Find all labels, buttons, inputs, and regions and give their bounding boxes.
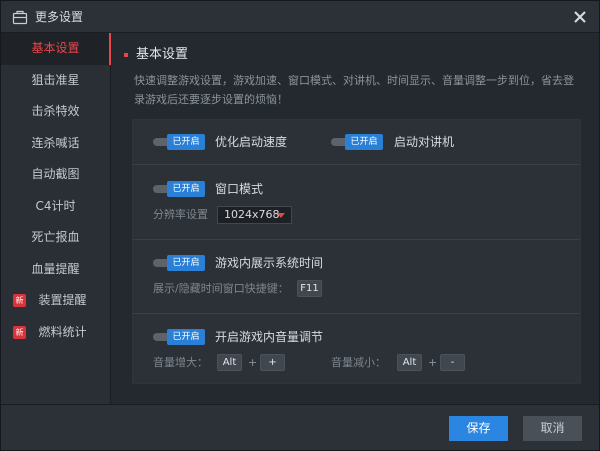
close-icon[interactable]: [571, 8, 589, 26]
sidebar-item-label: 击杀特效: [31, 104, 80, 118]
dialog-footer: 保存 取消: [1, 404, 599, 450]
sidebar-item-label: 装置提醒: [38, 293, 87, 307]
sidebar-item-fuel-stats[interactable]: 新 燃料统计: [1, 317, 110, 349]
resolution-label: 分辨率设置: [153, 208, 208, 221]
toggle-on-label: 已开启: [167, 134, 205, 150]
volume-control-label: 开启游戏内音量调节: [215, 330, 324, 344]
optimize-startup-label: 优化启动速度: [215, 135, 288, 149]
settings-dialog: 更多设置 基本设置 狙击准星 击杀特效 连杀喊话 自动截图 C4计时 死亡报血 …: [0, 0, 600, 451]
sidebar-item-basic-settings[interactable]: 基本设置: [1, 33, 111, 65]
settings-row-system-time: 已开启 游戏内展示系统时间 展示/隐藏时间窗口快捷键： F11: [133, 240, 580, 314]
resolution-value: 1024x768: [224, 208, 280, 221]
settings-row-volume: 已开启 开启游戏内音量调节 音量增大： Alt + + 音量减小： Alt + …: [133, 314, 580, 384]
sidebar-nav: 基本设置 狙击准星 击杀特效 连杀喊话 自动截图 C4计时 死亡报血 血量提醒 …: [1, 33, 111, 404]
time-hotkey-key[interactable]: F11: [297, 280, 322, 297]
plus-separator: +: [248, 356, 258, 369]
sidebar-item-label: 燃料统计: [38, 324, 87, 339]
optimize-startup-toggle[interactable]: 已开启: [153, 134, 211, 150]
volume-up-key-alt[interactable]: Alt: [217, 354, 242, 371]
sidebar-item-label: C4计时: [35, 198, 76, 213]
settings-row-window-mode: 已开启 窗口模式 分辨率设置 1024x768: [133, 165, 580, 240]
settings-box-icon: [12, 10, 28, 25]
sidebar-item-killstreak-shout[interactable]: 连杀喊话: [1, 128, 110, 160]
section-description: 快速调整游戏设置，游戏加速、窗口模式、对讲机、时间显示、音量调整一步到位，省去登…: [134, 74, 574, 106]
volume-down-key-minus[interactable]: -: [440, 354, 465, 371]
sidebar-item-label: 死亡报血: [31, 230, 80, 244]
show-time-label: 游戏内展示系统时间: [215, 256, 324, 270]
sidebar-item-label: 血量提醒: [31, 261, 80, 276]
sidebar-item-device-reminder[interactable]: 新 装置提醒: [1, 285, 110, 317]
toggle-on-label: 已开启: [167, 255, 205, 271]
window-mode-toggle[interactable]: 已开启: [153, 181, 211, 197]
sidebar-item-label: 自动截图: [31, 167, 80, 181]
plus-separator: +: [428, 356, 438, 369]
save-button[interactable]: 保存: [449, 416, 508, 441]
sidebar-item-death-hp-report[interactable]: 死亡报血: [1, 222, 110, 254]
main-content: 基本设置 快速调整游戏设置，游戏加速、窗口模式、对讲机、时间显示、音量调整一步到…: [112, 33, 599, 404]
time-hotkey-label: 展示/隐藏时间窗口快捷键：: [153, 282, 289, 295]
sidebar-item-label: 连杀喊话: [31, 135, 80, 150]
section-marker: [124, 53, 128, 57]
volume-up-key-plus[interactable]: +: [260, 354, 285, 371]
title-bar[interactable]: 更多设置: [1, 1, 599, 33]
window-mode-label: 窗口模式: [215, 182, 264, 196]
volume-down-key-alt[interactable]: Alt: [397, 354, 422, 371]
section-title: 基本设置: [136, 47, 189, 62]
sidebar-item-sniper-crosshair[interactable]: 狙击准星: [1, 65, 110, 97]
show-time-toggle[interactable]: 已开启: [153, 255, 211, 271]
new-badge: 新: [13, 325, 26, 339]
sidebar-item-auto-screenshot[interactable]: 自动截图: [1, 159, 110, 191]
toggle-on-label: 已开启: [167, 329, 205, 345]
cancel-button[interactable]: 取消: [523, 416, 582, 441]
sidebar-item-label: 狙击准星: [31, 72, 80, 87]
volume-down-label: 音量减小：: [331, 356, 386, 369]
sidebar-item-hp-reminder[interactable]: 血量提醒: [1, 254, 110, 286]
sidebar-item-c4-timer[interactable]: C4计时: [1, 191, 110, 223]
resolution-select[interactable]: 1024x768: [217, 206, 292, 224]
new-badge: 新: [13, 294, 26, 307]
toggle-on-label: 已开启: [167, 181, 205, 197]
intercom-toggle[interactable]: 已开启: [331, 134, 389, 150]
volume-up-label: 音量增大：: [153, 356, 208, 369]
sidebar-item-kill-effect[interactable]: 击杀特效: [1, 96, 110, 128]
window-title: 更多设置: [35, 10, 84, 24]
sidebar-item-label: 基本设置: [31, 41, 80, 55]
intercom-label: 启动对讲机: [394, 135, 455, 149]
toggle-on-label: 已开启: [345, 134, 383, 150]
chevron-down-icon: [277, 213, 285, 218]
settings-panel: 已开启 优化启动速度 已开启 启动对讲机 已开启 窗口模式 分辨率设置 1024: [132, 119, 581, 384]
volume-control-toggle[interactable]: 已开启: [153, 329, 211, 345]
settings-row-startup: 已开启 优化启动速度 已开启 启动对讲机: [133, 120, 580, 165]
